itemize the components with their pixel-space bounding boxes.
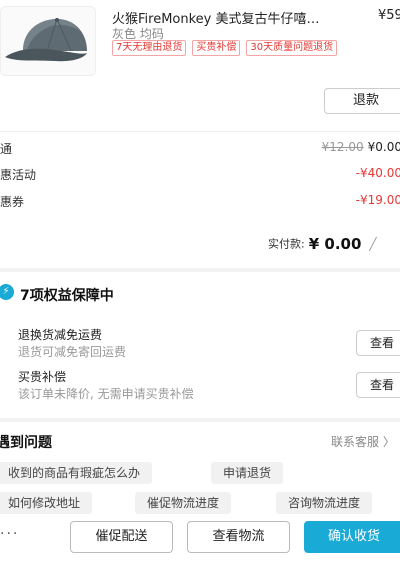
service-tag: 30天质量问题退货 (246, 40, 338, 56)
guarantee-item-title: 买贵补偿 (18, 370, 67, 384)
more-icon[interactable]: ··· (0, 526, 19, 542)
guarantee-item-subtitle: 该订单未降价, 无需申请买贵补偿 (18, 387, 194, 401)
guarantee-item-title: 退换货减免运费 (18, 328, 103, 342)
chevron-down-icon: ╱ (369, 236, 377, 251)
bottom-action-bar: ··· 催促配送 查看物流 确认收货 (0, 516, 400, 564)
product-price: ¥59 (378, 8, 400, 23)
price-row-label: 通 (0, 142, 13, 156)
guarantee-item-subtitle: 退货可减免寄回运费 (18, 345, 127, 359)
contact-service-link[interactable]: 联系客服 〉 (331, 433, 395, 450)
price-row: 通 ¥12.00 ¥0.00 (0, 140, 400, 160)
guarantee-card: ⚡ 7项权益保障中 退换货减免运费 退货可减免寄回运费 查看 买贵补偿 该订单未… (0, 272, 400, 418)
faq-chip[interactable]: 申请退货 (211, 462, 284, 484)
product-thumbnail[interactable] (0, 6, 96, 76)
faq-chip[interactable]: 如何修改地址 (0, 492, 93, 514)
order-product-card: 火猴FireMonkey 美式复古牛仔嘻… ¥59 灰色 均码 7天无理由退货 … (0, 0, 400, 268)
faq-chip[interactable]: 催促物流进度 (135, 492, 232, 514)
refund-button[interactable]: 退款 (324, 88, 400, 114)
service-tag: 7天无理由退货 (112, 40, 187, 56)
paid-label: 实付款: (268, 237, 305, 251)
price-row-label: 惠券 (0, 195, 25, 209)
faq-chip[interactable]: 收到的商品有瑕疵怎么办 (0, 462, 153, 484)
view-compensation-button[interactable]: 查看 (356, 372, 400, 398)
price-row: 惠活动 -¥40.00 (0, 166, 400, 186)
urge-delivery-button[interactable]: 催促配送 (70, 521, 173, 553)
divider (0, 131, 400, 132)
faq-chip[interactable]: 咨询物流进度 (276, 492, 373, 514)
original-price: ¥12.00 (321, 140, 364, 154)
price-row-label: 惠活动 (0, 168, 37, 182)
confirm-receipt-button[interactable]: 确认收货 (304, 521, 400, 553)
paid-value: ¥ 0.00 (308, 234, 362, 253)
coupon-value: -¥19.00 (355, 193, 400, 207)
problems-title: 遇到问题 (0, 435, 52, 451)
view-logistics-button[interactable]: 查看物流 (187, 521, 290, 553)
bolt-icon: ⚡ (0, 284, 14, 300)
current-price: ¥0.00 (367, 140, 400, 154)
view-freight-button[interactable]: 查看 (356, 330, 400, 356)
guarantee-title: 7项权益保障中 (20, 288, 114, 304)
service-tag: 买贵补偿 (192, 40, 241, 56)
discount-value: -¥40.00 (355, 166, 400, 180)
paid-amount[interactable]: 实付款: ¥ 0.00 ╱ (268, 233, 377, 253)
service-tags: 7天无理由退货 买贵补偿 30天质量问题退货 (112, 40, 338, 56)
cap-image (1, 7, 95, 75)
price-row-value: ¥12.00 ¥0.00 (322, 140, 400, 154)
price-row: 惠券 -¥19.00 (0, 193, 400, 213)
